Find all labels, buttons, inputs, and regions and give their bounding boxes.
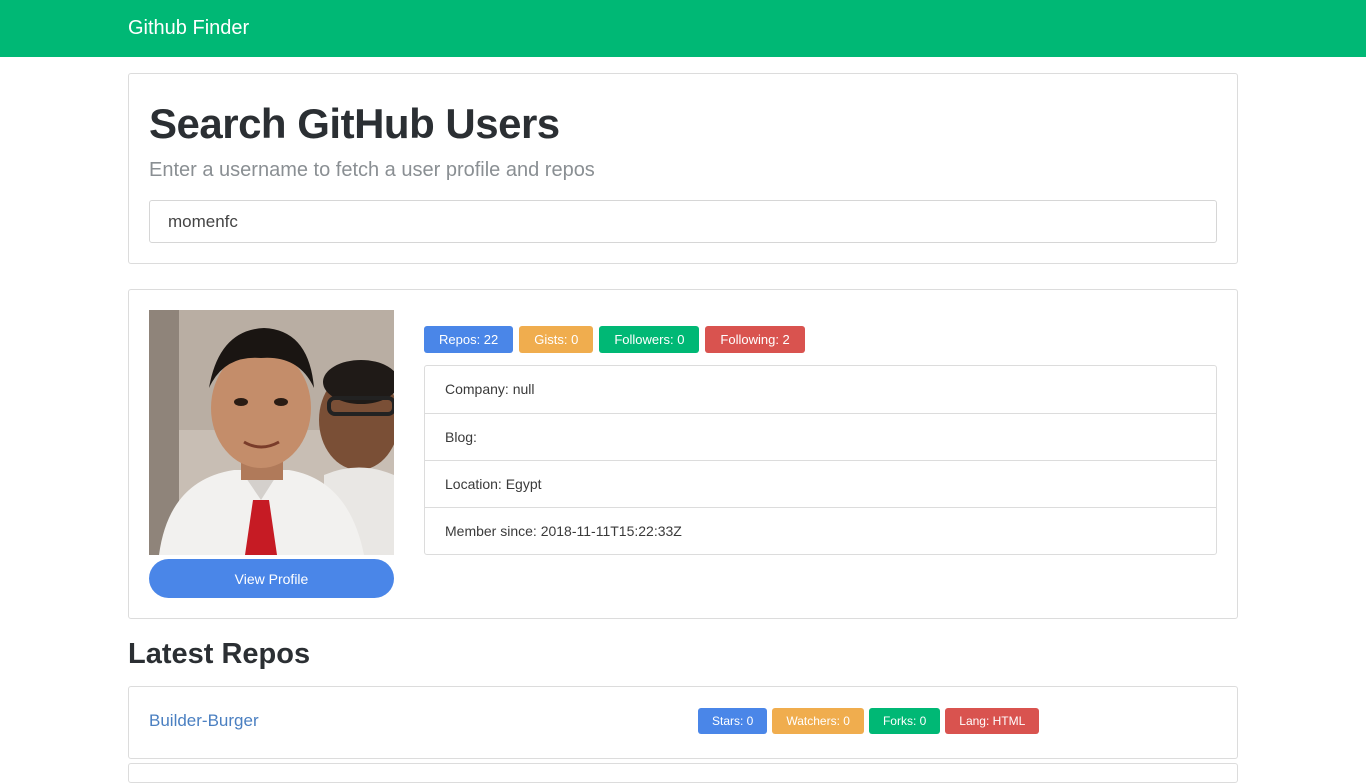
brand-title[interactable]: Github Finder xyxy=(128,17,249,40)
search-card: Search GitHub Users Enter a username to … xyxy=(128,73,1238,264)
search-subtitle: Enter a username to fetch a user profile… xyxy=(149,159,595,181)
lang-badge: Lang: HTML xyxy=(945,708,1040,734)
profile-info-list: Company: null Blog: Location: Egypt Memb… xyxy=(424,365,1217,555)
profile-badges: Repos: 22 Gists: 0 Followers: 0 Followin… xyxy=(424,326,805,354)
repo-badges: Stars: 0 Watchers: 0 Forks: 0 Lang: HTML xyxy=(698,708,1040,734)
navbar: Github Finder xyxy=(0,0,1366,57)
repo-card: Builder-Burger Stars: 0 Watchers: 0 Fork… xyxy=(128,686,1238,759)
repo-link[interactable]: Builder-Burger xyxy=(149,711,259,731)
search-input[interactable] xyxy=(149,200,1217,243)
following-badge: Following: 2 xyxy=(705,326,805,353)
repo-card-next xyxy=(128,763,1238,783)
blog-item: Blog: xyxy=(425,413,1216,460)
member-since-item: Member since: 2018-11-11T15:22:33Z xyxy=(425,507,1216,554)
profile-card: View Profile Repos: 22 Gists: 0 Follower… xyxy=(128,289,1238,619)
repos-badge: Repos: 22 xyxy=(424,326,514,353)
view-profile-button[interactable]: View Profile xyxy=(149,559,394,598)
search-title: Search GitHub Users xyxy=(149,100,560,147)
latest-repos-title: Latest Repos xyxy=(128,638,311,670)
forks-badge: Forks: 0 xyxy=(868,708,941,734)
watchers-badge: Watchers: 0 xyxy=(772,708,864,734)
location-item: Location: Egypt xyxy=(425,460,1216,507)
stars-badge: Stars: 0 xyxy=(698,708,768,734)
company-item: Company: null xyxy=(445,381,535,397)
followers-badge: Followers: 0 xyxy=(599,326,700,353)
avatar xyxy=(149,310,394,555)
gists-badge: Gists: 0 xyxy=(519,326,594,353)
avatar-photo-icon xyxy=(149,310,394,555)
